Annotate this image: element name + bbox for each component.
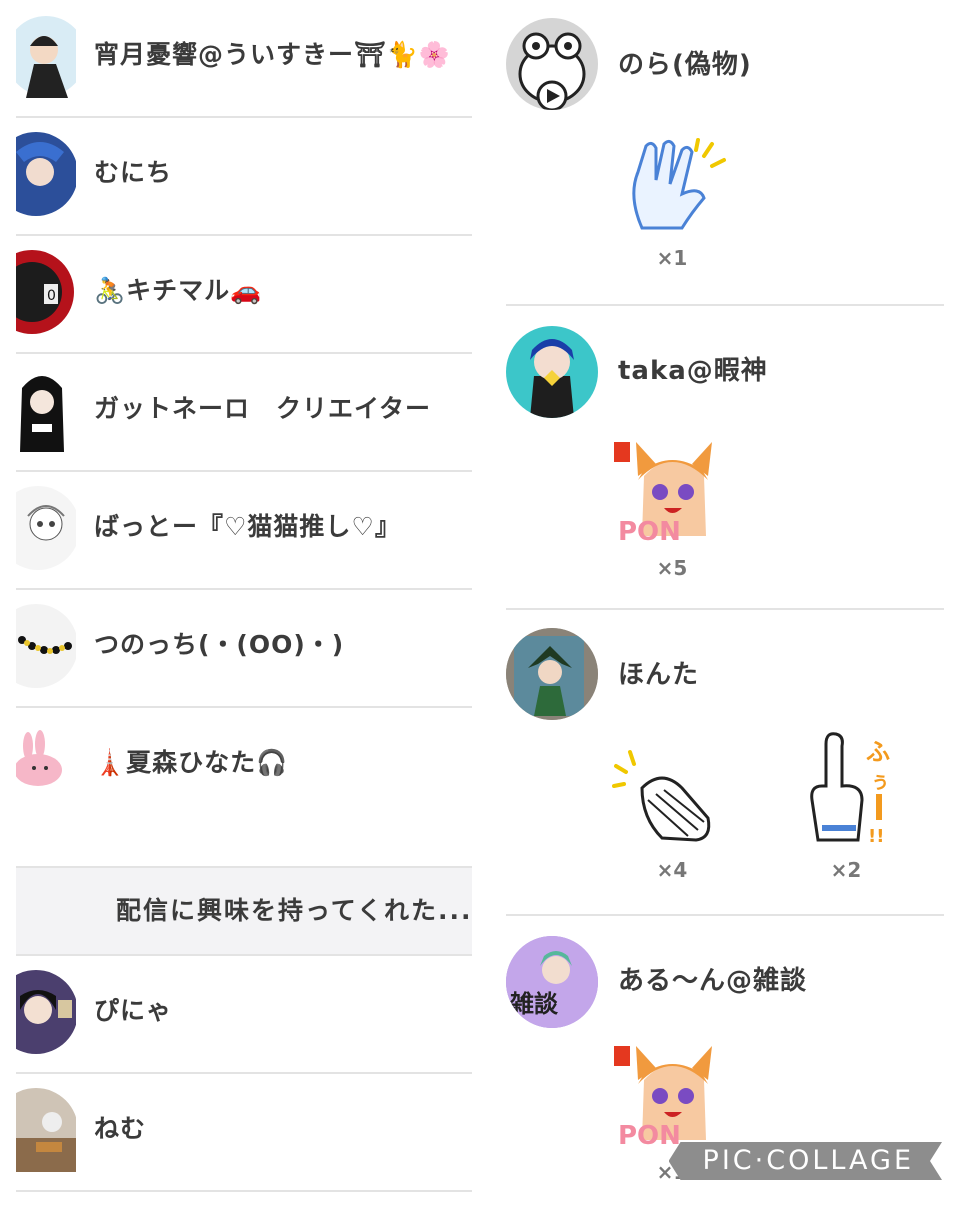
list-item[interactable]: ねむ [16,1074,472,1192]
avatar [16,14,76,98]
svg-text:PON: PON [618,517,681,546]
list-item[interactable]: 0 🚴キチマル🚗 [16,236,472,354]
svg-text:PON: PON [618,1121,681,1150]
svg-text:ぅ: ぅ [870,769,890,793]
stamp-count: ×4 [656,858,688,882]
pon-cat-sticker: PON [614,442,712,547]
user-name: ねむ [94,1114,147,1143]
list-item[interactable]: 宵月憂響@ういすきー⛩🐈🌸 [16,0,472,118]
reaction-entry[interactable]: ほんた ×4 ふ ぅ !! ×2 [506,610,944,916]
stamp: ふ ぅ !! ×2 [786,730,906,882]
fuu-finger-icon: ふ ぅ !! [810,732,890,847]
svg-text:ふ: ふ [866,738,890,766]
avatar [16,486,76,570]
user-name: 🗼夏森ひなた🎧 [94,748,289,777]
user-name: つのっち(・(OO)・) [94,630,345,659]
avatar [16,368,76,452]
avatar: 雑談 [506,936,598,1028]
stamp-count: ×2 [830,858,862,882]
stamp: PON ×5 [612,436,732,580]
left-panel: 宵月憂響@ういすきー⛩🐈🌸 むにち 0 🚴キチマル🚗 ガットネーロ クリエイター… [16,0,472,1192]
list-item[interactable]: ぴにゃ [16,956,472,1074]
reaction-entry[interactable]: のら(偽物) ×1 [506,0,944,306]
stamp-count: ×1 [656,246,688,270]
avatar [506,628,598,720]
avatar [506,18,598,110]
user-name: 🚴キチマル🚗 [94,276,263,305]
reaction-entry[interactable]: taka@暇神 PON ×5 [506,306,944,610]
avatar [16,604,76,688]
stamp: ×1 [612,136,732,270]
user-name: 宵月憂響@ういすきー⛩🐈🌸 [94,40,451,69]
avatar [16,1088,76,1172]
avatar: 0 [16,250,76,334]
section-header: 配信に興味を持ってくれた... [16,866,472,956]
list-item[interactable]: むにち [16,118,472,236]
list-item[interactable]: ばっとー『♡猫猫推し♡』 [16,472,472,590]
right-panel: のら(偽物) ×1 taka@暇神 PON ×5 ほんた ×4 ふ ぅ !! ×… [506,0,944,1206]
list-item[interactable]: 🗼夏森ひなた🎧 [16,708,472,854]
user-name: ぴにゃ [94,996,173,1025]
svg-text:!!: !! [868,826,884,847]
stamp-count: ×5 [656,556,688,580]
clap-hands-icon [632,138,726,230]
svg-text:0: 0 [47,288,56,304]
svg-text:雑談: 雑談 [509,990,559,1018]
avatar [16,132,76,216]
list-item[interactable]: ガットネーロ クリエイター [16,354,472,472]
avatar [16,970,76,1054]
avatar [16,722,76,806]
user-name: ガットネーロ クリエイター [94,394,432,423]
stamp: ×4 [612,748,732,882]
user-name: ばっとー『♡猫猫推し♡』 [94,512,401,541]
list-item[interactable]: つのっち(・(OO)・) [16,590,472,708]
user-name: むにち [94,158,173,187]
pon-cat-sticker: PON [614,1046,712,1151]
avatar [506,326,598,418]
section-header-text: 配信に興味を持ってくれた... [116,896,472,925]
clap-icon [612,750,711,842]
watermark: PIC·COLLAGE [669,1142,942,1180]
